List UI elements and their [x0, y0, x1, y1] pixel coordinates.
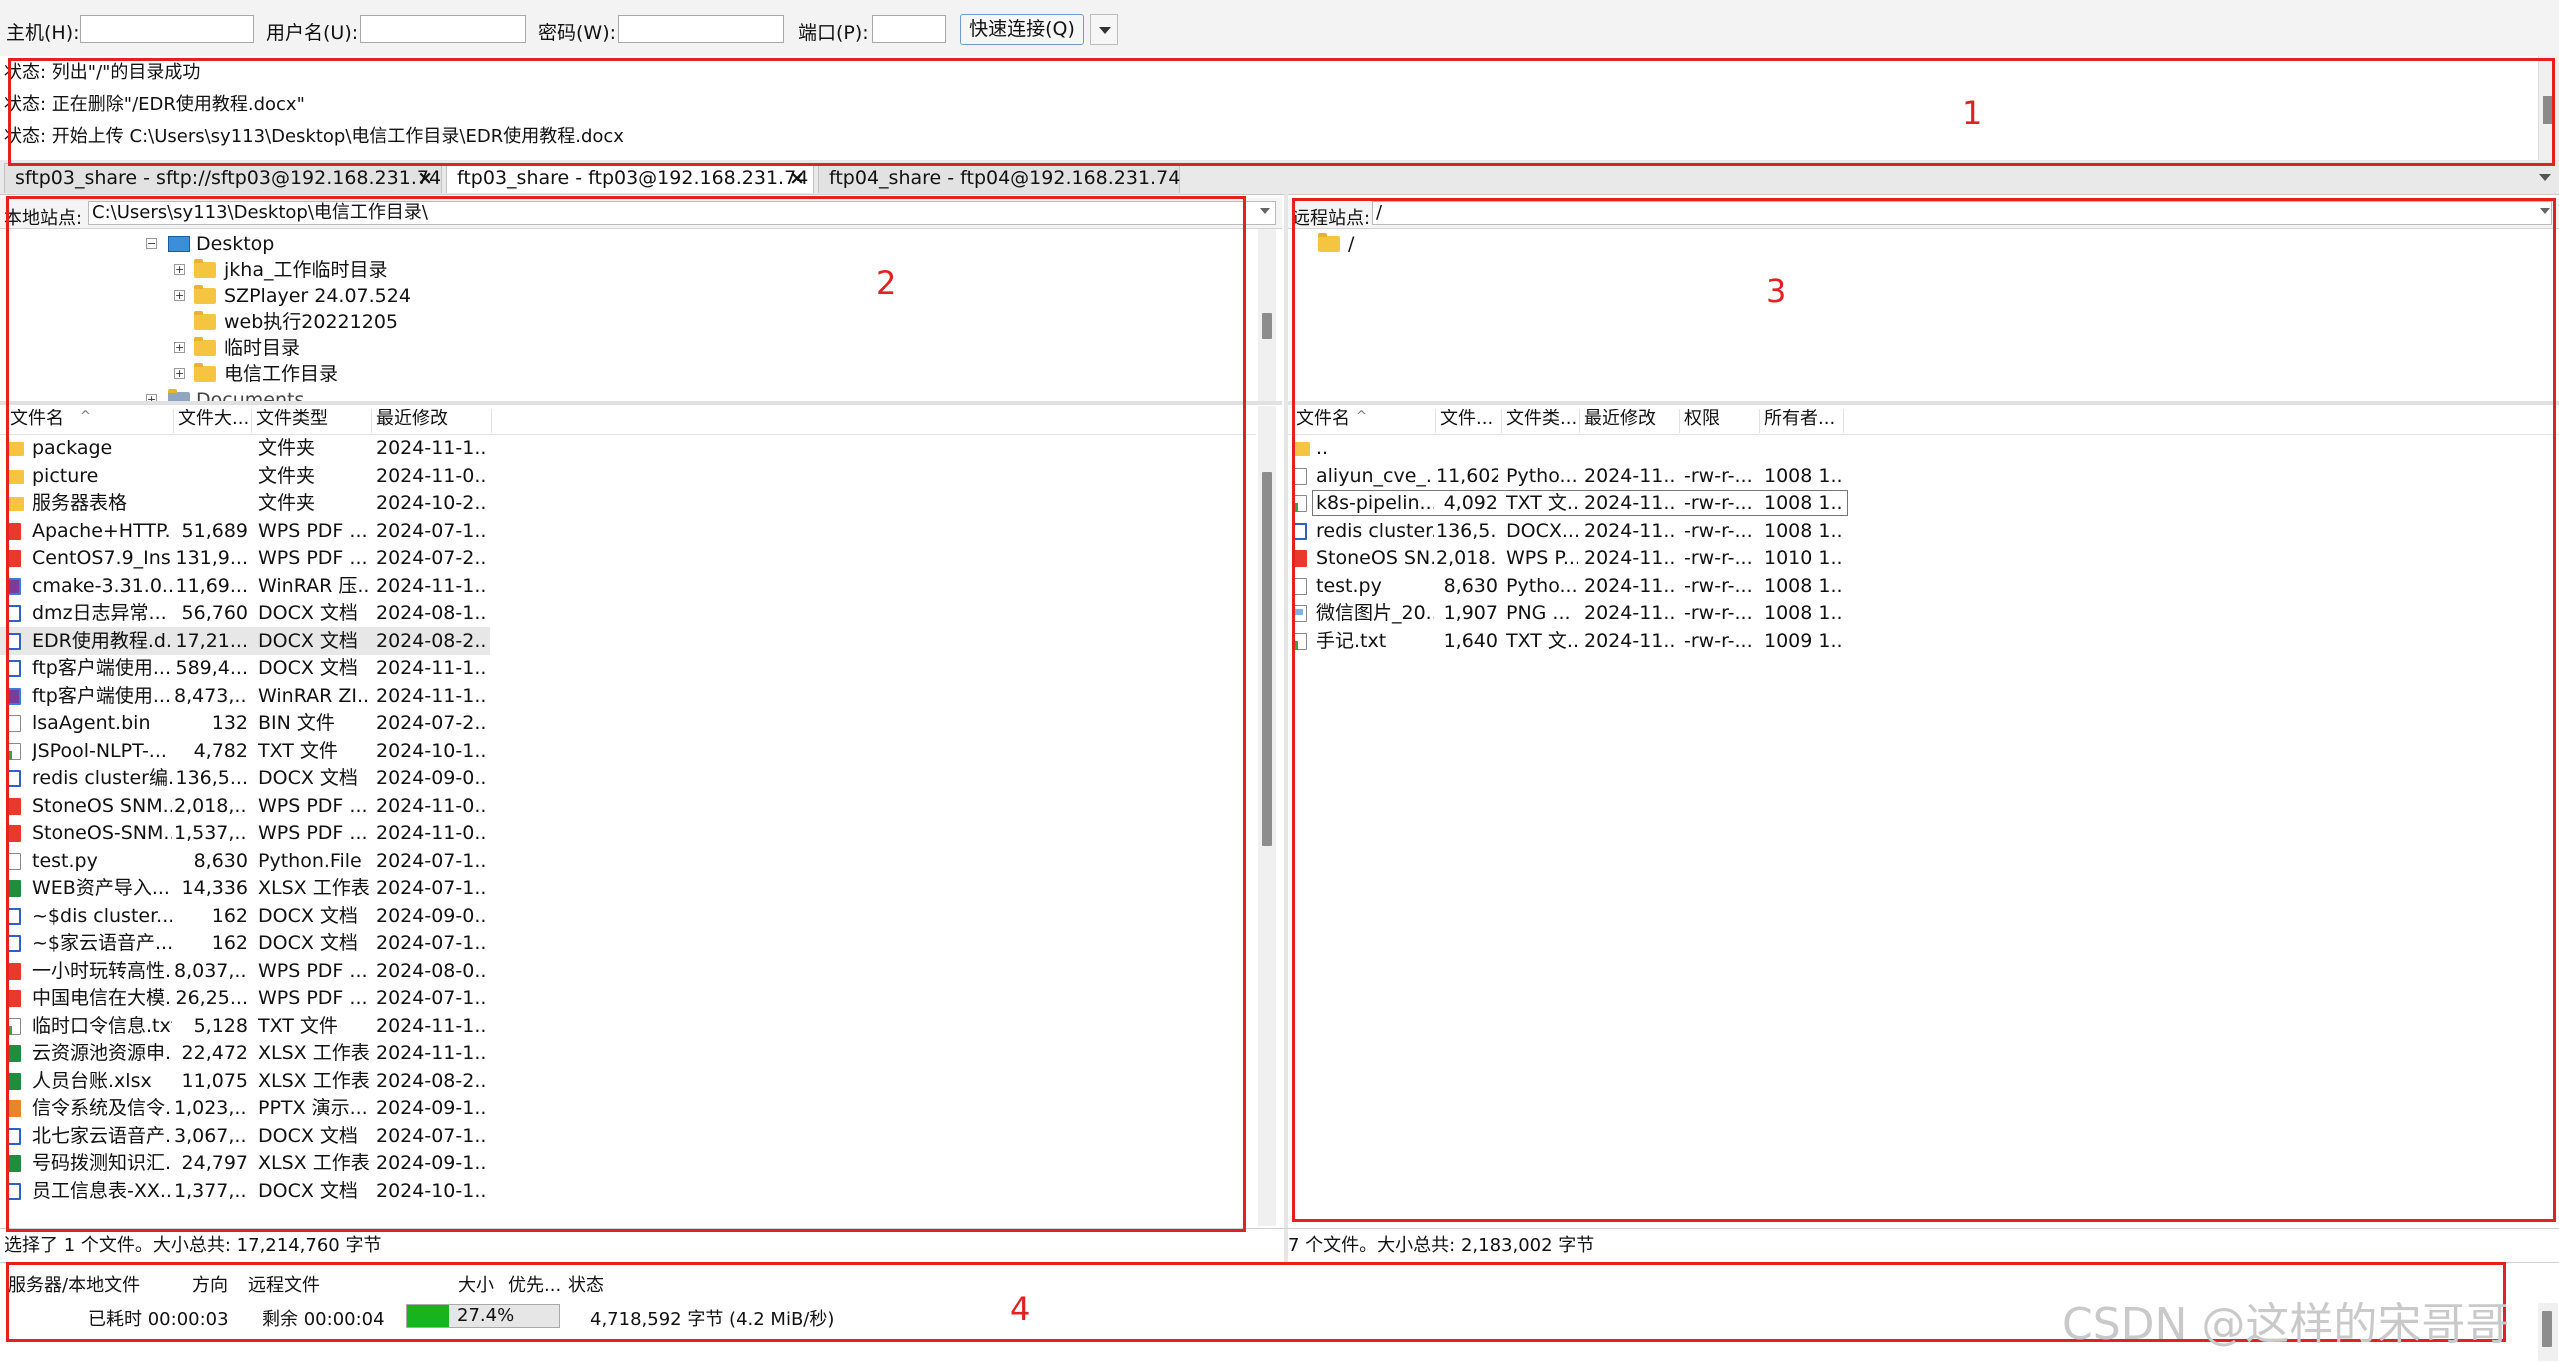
tab-ftp04-share[interactable]: ftp04_share - ftp04@192.168.231.74	[818, 163, 1180, 193]
remote-status-text: 7 个文件。大小总共: 2,183,002 字节	[1288, 1235, 1595, 1256]
password-label: 密码(W):	[538, 22, 617, 44]
annotation-number-3: 3	[1766, 272, 1787, 310]
local-tree-scrollbar[interactable]	[1258, 229, 1276, 401]
watermark: CSDN @这样的宋哥哥	[2062, 1299, 2510, 1350]
user-input[interactable]	[360, 15, 526, 43]
quickconnect-bar: 主机(H): 用户名(U): 密码(W): 端口(P): 快速连接(Q)	[0, 0, 2559, 57]
scroll-thumb[interactable]	[1262, 472, 1272, 846]
annotation-number-2: 2	[876, 264, 897, 302]
annotation-number-4: 4	[1010, 1290, 1031, 1328]
annotation-box-2	[6, 196, 1246, 1232]
annotation-box-3	[1292, 198, 2556, 1222]
port-label: 端口(P):	[798, 22, 869, 44]
quickconnect-history-dropdown[interactable]	[1090, 14, 1118, 45]
tab-label: sftp03_share - sftp://sftp03@192.168.231…	[15, 167, 442, 189]
local-status-text: 选择了 1 个文件。大小总共: 17,214,760 字节	[4, 1235, 382, 1256]
close-icon[interactable]: ×	[417, 164, 433, 193]
annotation-box-1	[8, 58, 2555, 166]
tab-label: ftp04_share - ftp04@192.168.231.74	[829, 167, 1181, 189]
tab-ftp03-share[interactable]: ftp03_share - ftp03@192.168.231.74 ×	[446, 163, 814, 193]
quickconnect-button[interactable]: 快速连接(Q)	[960, 14, 1084, 45]
host-label: 主机(H):	[6, 22, 80, 44]
annotation-number-1: 1	[1962, 94, 1983, 132]
tab-list-chevron-icon[interactable]	[2539, 174, 2551, 181]
tab-label: ftp03_share - ftp03@192.168.231.74	[457, 167, 809, 189]
chevron-down-icon[interactable]	[1260, 208, 1270, 214]
close-icon[interactable]: ×	[789, 164, 805, 193]
scroll-thumb[interactable]	[1262, 313, 1272, 339]
user-label: 用户名(U):	[266, 22, 359, 44]
local-list-scrollbar[interactable]	[1258, 406, 1276, 1226]
tab-sftp03-share[interactable]: sftp03_share - sftp://sftp03@192.168.231…	[4, 163, 442, 193]
port-input[interactable]	[872, 15, 946, 43]
password-input[interactable]	[618, 15, 784, 43]
host-input[interactable]	[80, 15, 254, 43]
queue-scrollbar[interactable]	[2538, 1303, 2558, 1361]
scroll-thumb[interactable]	[2542, 1311, 2552, 1347]
